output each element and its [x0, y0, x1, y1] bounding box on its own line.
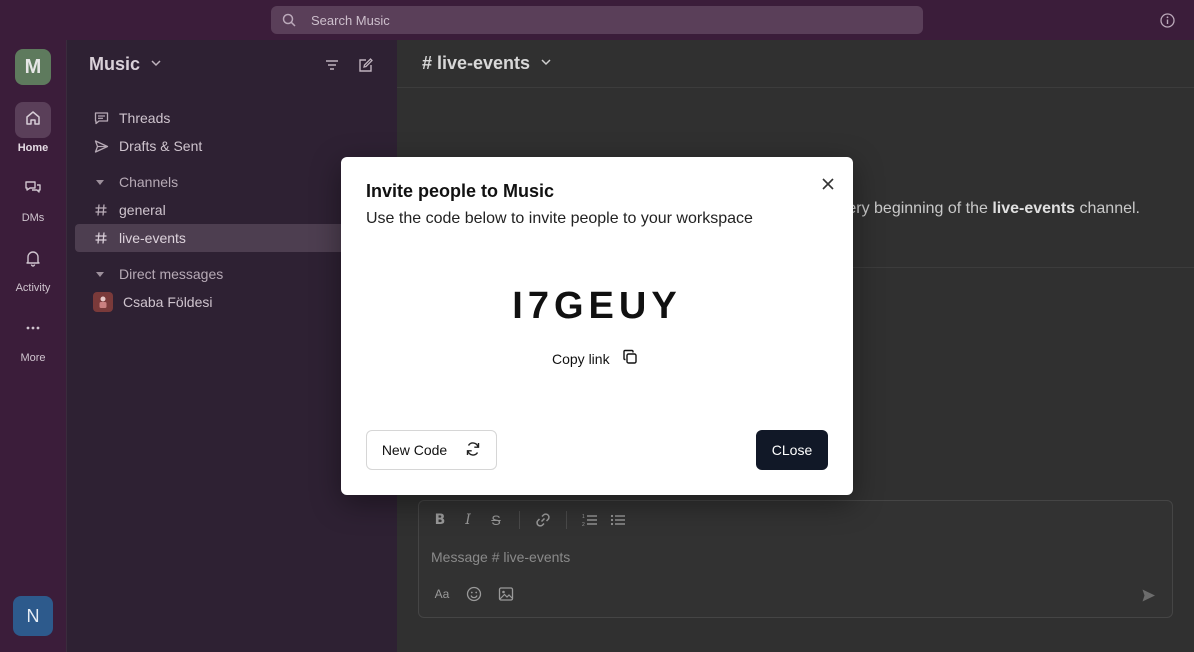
copy-link-label: Copy link [552, 350, 610, 367]
modal-title: Invite people to Music [366, 181, 555, 201]
copy-link-button[interactable]: Copy link [552, 349, 638, 368]
close-icon[interactable] [818, 174, 838, 194]
new-code-label: New Code [381, 442, 448, 458]
invite-modal: Invite people to Music Use the code belo… [341, 157, 853, 495]
close-button[interactable]: CLose [756, 430, 828, 470]
invite-code: I7GEUY [512, 285, 682, 327]
refresh-icon [465, 441, 481, 460]
modal-subtitle: Use the code below to invite people to y… [366, 210, 753, 227]
new-code-button[interactable]: New Code [366, 430, 497, 470]
copy-icon [622, 349, 638, 368]
